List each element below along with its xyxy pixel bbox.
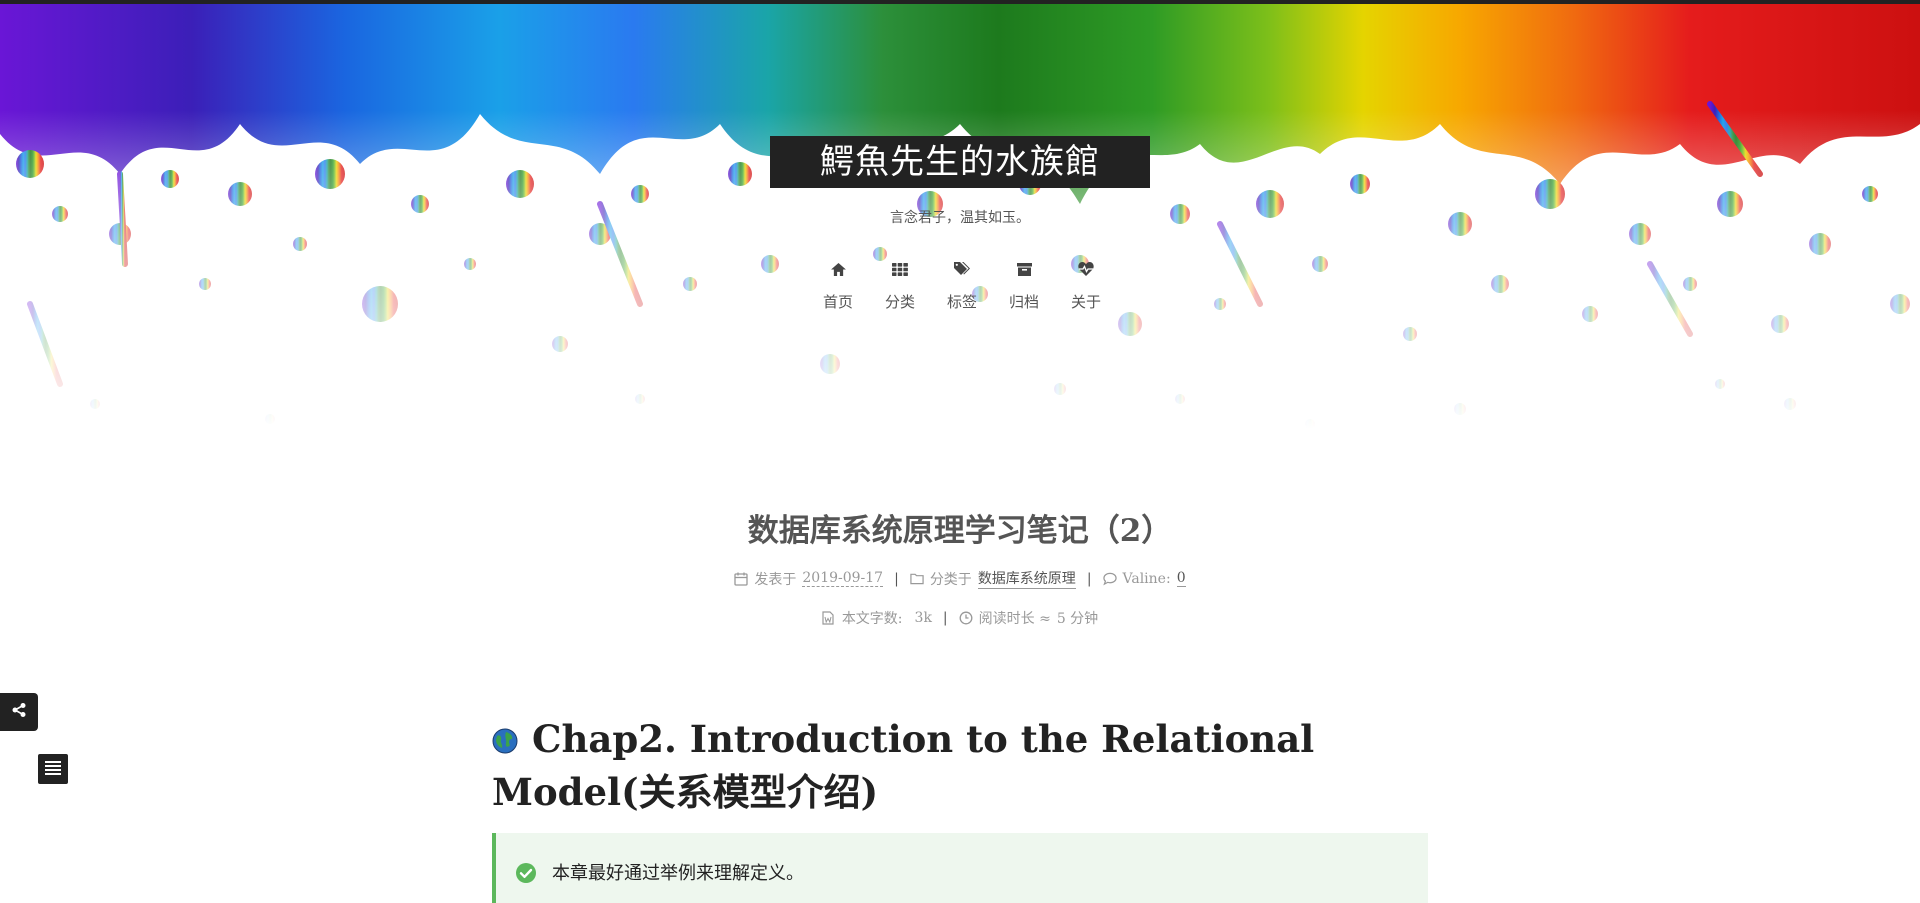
menu-item-categories[interactable]: 分类	[869, 260, 931, 312]
menu-label: 归档	[1008, 293, 1039, 311]
post-meta: 发表于 2019-09-17 | 分类于 数据库系统原理 | Valine: 0	[0, 568, 1920, 589]
post-category: 分类于 数据库系统原理	[910, 568, 1076, 589]
clock-icon	[959, 611, 973, 625]
folder-icon	[910, 572, 924, 586]
menu-label: 分类	[884, 293, 915, 311]
th-icon	[891, 260, 909, 278]
wordcount-label: 本文字数:	[841, 611, 903, 627]
post-date: 发表于 2019-09-17	[734, 569, 884, 589]
post-title: 数据库系统原理学习笔记（2）	[747, 513, 1173, 549]
menu-item-archives[interactable]: 归档	[993, 260, 1055, 312]
readtime-value: 5 分钟	[1056, 611, 1099, 627]
menu-label: 标签	[946, 293, 977, 311]
section-heading: Chap2. Introduction to the Relational Mo…	[492, 713, 1428, 819]
earth-globe-icon	[492, 715, 518, 754]
wordcount-value: 3k	[914, 610, 932, 626]
header-banner: 鰐魚先生的水族館 言念君子，温其如玉。 首页 分类 标签 归档 关于	[0, 4, 1920, 429]
tags-icon	[953, 260, 971, 278]
posted-label: 发表于	[754, 571, 797, 588]
word-count: 本文字数: 3k	[822, 608, 932, 628]
menu-item-tags[interactable]: 标签	[931, 260, 993, 312]
heartbeat-icon	[1077, 260, 1095, 278]
menu-item-about[interactable]: 关于	[1055, 260, 1117, 312]
menu-item-home[interactable]: 首页	[807, 260, 869, 312]
comment-icon	[1102, 572, 1117, 586]
calendar-icon	[734, 572, 749, 586]
menu-label: 关于	[1070, 293, 1101, 311]
read-time: 阅读时长 ≈ 5 分钟	[959, 608, 1099, 628]
comments-label: Valine:	[1122, 570, 1171, 587]
site-title[interactable]: 鰐魚先生的水族館	[820, 145, 1100, 179]
meta-divider: |	[894, 570, 899, 587]
file-word-icon	[822, 611, 836, 625]
site-subtitle: 言念君子，温其如玉。	[890, 210, 1030, 226]
share-icon	[11, 702, 27, 722]
home-icon	[829, 260, 847, 278]
note-text: 本章最好通过举例来理解定义。	[552, 863, 804, 884]
meta-divider: |	[942, 610, 948, 626]
menu-label: 首页	[822, 293, 853, 311]
post-body: Chap2. Introduction to the Relational Mo…	[492, 713, 1428, 903]
main-menu: 首页 分类 标签 归档 关于	[807, 260, 1117, 312]
archive-icon	[1015, 260, 1033, 278]
share-button[interactable]	[0, 693, 38, 731]
readtime-label: 阅读时长 ≈	[978, 611, 1051, 627]
post-wordcount-meta: 本文字数: 3k | 阅读时长 ≈ 5 分钟	[0, 608, 1920, 628]
sidebar-toggle-button[interactable]	[38, 754, 68, 784]
posted-date-value: 2019-09-17	[802, 570, 884, 587]
section-heading-text: Chap2. Introduction to the Relational Mo…	[492, 717, 1315, 814]
category-label: 分类于	[929, 571, 972, 588]
meta-divider: |	[1086, 570, 1092, 587]
menu-lines-icon	[45, 760, 61, 779]
category-link[interactable]: 数据库系统原理	[977, 568, 1076, 589]
check-circle-icon	[515, 862, 537, 884]
site-title-box[interactable]: 鰐魚先生的水族館	[770, 136, 1150, 188]
post-comments: Valine: 0	[1102, 570, 1186, 587]
comments-count[interactable]: 0	[1176, 570, 1186, 587]
